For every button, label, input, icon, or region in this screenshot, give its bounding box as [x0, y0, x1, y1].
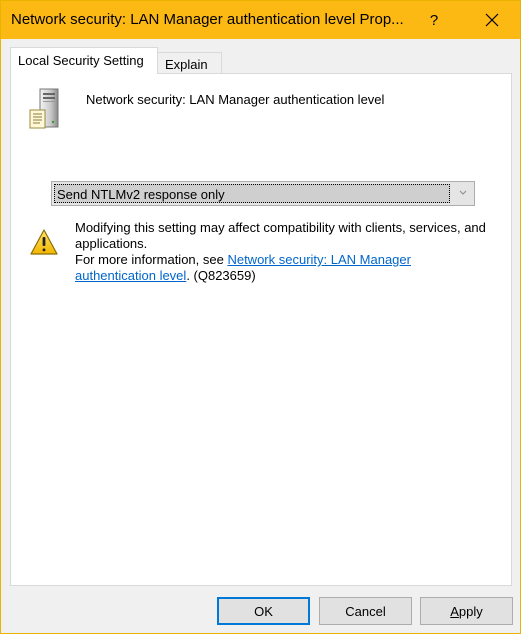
dropdown-selected-value: Send NTLMv2 response only — [54, 184, 450, 203]
close-icon — [485, 13, 499, 27]
title-bar[interactable]: Network security: LAN Manager authentica… — [1, 1, 520, 39]
window-title: Network security: LAN Manager authentica… — [11, 11, 404, 28]
chevron-down-icon — [459, 190, 467, 195]
tab-local-security-setting[interactable]: Local Security Setting — [10, 47, 158, 74]
server-icon — [29, 88, 59, 129]
cancel-button[interactable]: Cancel — [319, 597, 412, 625]
more-info-prefix: For more information, see — [75, 252, 228, 267]
kb-reference: . (Q823659) — [186, 268, 256, 283]
warning-icon — [30, 229, 58, 255]
authentication-level-dropdown[interactable]: Send NTLMv2 response only — [51, 181, 475, 206]
properties-dialog: Network security: LAN Manager authentica… — [0, 0, 521, 634]
apply-accelerator: A — [450, 603, 459, 619]
help-button[interactable]: ? — [415, 1, 453, 39]
ok-button[interactable]: OK — [217, 597, 310, 625]
tab-panel: Network security: LAN Manager authentica… — [10, 73, 512, 586]
tab-explain[interactable]: Explain — [157, 52, 222, 74]
apply-label-rest: pply — [458, 603, 483, 619]
tab-label: Explain — [165, 57, 208, 72]
more-information-text: For more information, see Network securi… — [75, 252, 495, 284]
policy-name: Network security: LAN Manager authentica… — [86, 92, 385, 107]
close-button[interactable] — [469, 1, 515, 39]
tab-label: Local Security Setting — [18, 53, 144, 68]
help-icon: ? — [429, 11, 439, 29]
apply-button[interactable]: Apply — [420, 597, 513, 625]
warning-message: Modifying this setting may affect compat… — [75, 220, 486, 251]
compatibility-warning: Modifying this setting may affect compat… — [75, 220, 495, 284]
